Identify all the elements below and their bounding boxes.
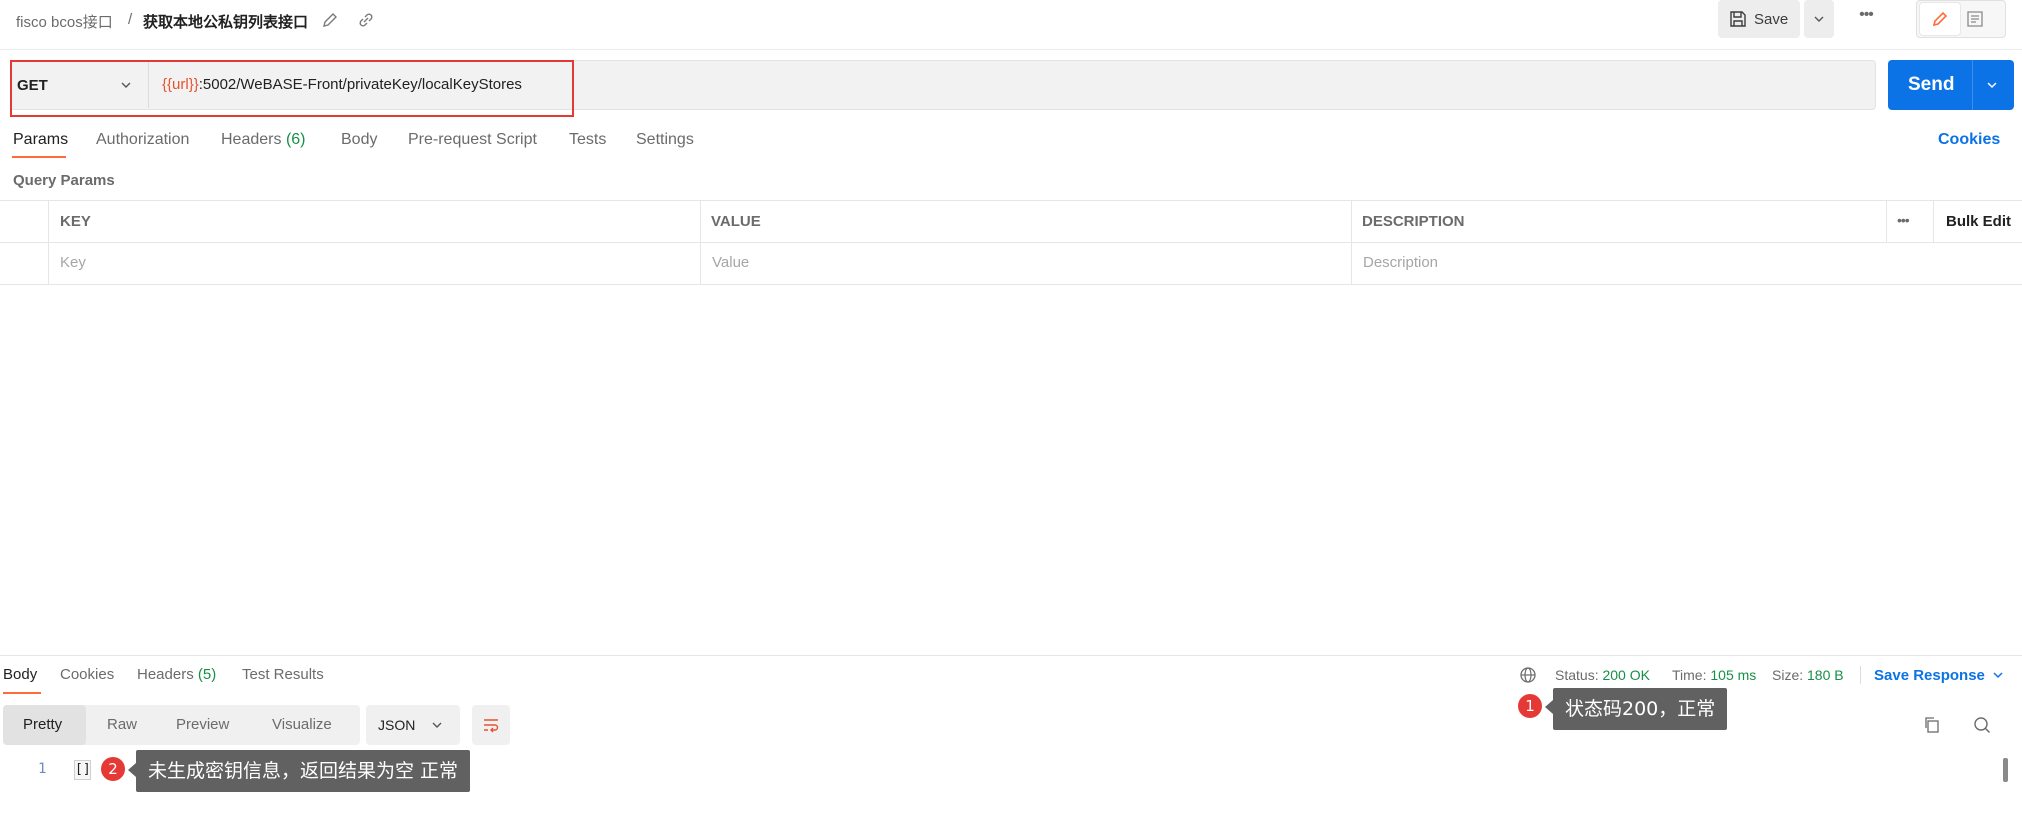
breadcrumb-separator: /: [128, 11, 133, 28]
annotation-callout-1: 状态码200，正常: [1553, 688, 1728, 730]
breadcrumb-request-name[interactable]: 获取本地公私钥列表接口: [143, 11, 308, 32]
floppy-icon: [1728, 9, 1748, 29]
table-border-bottom: [0, 284, 2022, 285]
status-separator: [1860, 666, 1861, 684]
search-icon[interactable]: [1972, 715, 1992, 735]
query-params-title: Query Params: [13, 172, 115, 189]
globe-icon[interactable]: [1519, 666, 1537, 684]
line-number: 1: [38, 761, 47, 777]
link-icon[interactable]: [356, 10, 376, 30]
tab-body[interactable]: Body: [341, 131, 377, 149]
pencil-icon[interactable]: [320, 10, 340, 30]
tab-settings[interactable]: Settings: [636, 131, 694, 149]
response-tab-headers-label: Headers: [137, 666, 194, 683]
breadcrumb-collection[interactable]: fisco bcos接口: [16, 11, 113, 32]
headers-count: (6): [285, 131, 306, 148]
send-options-chevron-icon[interactable]: [1986, 79, 1998, 91]
format-visualize-button[interactable]: Visualize: [272, 716, 332, 733]
chevron-down-icon: [431, 719, 443, 731]
format-raw-button[interactable]: Raw: [107, 716, 137, 733]
response-tab-cookies[interactable]: Cookies: [60, 666, 114, 683]
table-col-divider: [1351, 200, 1352, 284]
column-header-key: KEY: [60, 213, 91, 230]
time-value: 105 ms: [1710, 667, 1757, 683]
response-tab-test-results[interactable]: Test Results: [242, 666, 324, 683]
table-col-divider: [1933, 200, 1934, 242]
language-label: JSON: [378, 717, 416, 733]
size-value: 180 B: [1807, 667, 1844, 683]
column-header-description: DESCRIPTION: [1362, 213, 1465, 230]
tab-tests[interactable]: Tests: [569, 131, 606, 149]
key-input[interactable]: Key: [60, 254, 86, 271]
send-button-label: Send: [1908, 74, 1955, 95]
response-tab-headers[interactable]: Headers (5): [137, 666, 216, 683]
response-tab-body[interactable]: Body: [3, 666, 37, 683]
annotation-highlight-box: [10, 60, 574, 117]
table-border-top: [0, 200, 2022, 201]
annotation-arrow-2: [128, 763, 136, 777]
value-input[interactable]: Value: [712, 254, 749, 271]
column-header-value: VALUE: [711, 213, 761, 230]
annotation-badge-1: 1: [1518, 694, 1542, 718]
wrap-lines-button[interactable]: [472, 705, 510, 745]
documentation-icon[interactable]: [1965, 9, 1985, 29]
cookies-link[interactable]: Cookies: [1938, 131, 2000, 149]
table-border-mid: [0, 242, 2022, 243]
copy-icon[interactable]: [1922, 715, 1942, 735]
format-preview-button[interactable]: Preview: [176, 716, 229, 733]
description-input[interactable]: Description: [1363, 254, 1438, 271]
postman-window: fisco bcos接口 / 获取本地公私钥列表接口 Save ••• GET …: [0, 0, 2022, 817]
tab-headers-label: Headers: [221, 131, 282, 148]
tab-authorization[interactable]: Authorization: [96, 131, 189, 149]
format-pretty-label: Pretty: [23, 716, 63, 733]
response-headers-count: (5): [197, 666, 217, 683]
status-label: Status:: [1555, 667, 1599, 683]
annotation-arrow-1: [1545, 700, 1553, 714]
time-label: Time:: [1672, 667, 1707, 683]
table-more-button[interactable]: •••: [1897, 212, 1910, 228]
response-body-json: []: [74, 760, 91, 780]
table-col-divider: [700, 200, 701, 284]
response-scrollbar[interactable]: [2003, 758, 2008, 782]
response-status[interactable]: Status: 200 OK: [1555, 667, 1650, 683]
bulk-edit-button[interactable]: Bulk Edit: [1946, 213, 2011, 230]
save-button-label: Save: [1754, 11, 1789, 28]
save-response-chevron-icon[interactable]: [1992, 669, 2004, 681]
response-active-tab-indicator: [3, 692, 41, 694]
table-col-divider: [48, 200, 49, 284]
send-divider: [1972, 60, 1973, 110]
table-col-divider: [1886, 200, 1887, 242]
more-actions-button[interactable]: •••: [1852, 6, 1880, 32]
response-time[interactable]: Time: 105 ms: [1672, 667, 1756, 683]
tab-params[interactable]: Params: [13, 131, 68, 149]
edit-mode-button[interactable]: [1920, 3, 1960, 35]
size-label: Size:: [1772, 667, 1804, 683]
tab-headers[interactable]: Headers (6): [221, 131, 306, 149]
status-value: 200 OK: [1602, 667, 1650, 683]
response-size[interactable]: Size: 180 B: [1772, 667, 1844, 683]
active-tab-indicator: [12, 156, 66, 158]
response-divider: [0, 655, 2022, 656]
annotation-badge-2: 2: [101, 757, 125, 781]
save-response-button[interactable]: Save Response: [1874, 667, 1985, 684]
save-dropdown-button[interactable]: [1804, 0, 1834, 38]
annotation-callout-2: 未生成密钥信息，返回结果为空 正常: [136, 750, 471, 792]
tab-pre-request-script[interactable]: Pre-request Script: [408, 131, 537, 149]
